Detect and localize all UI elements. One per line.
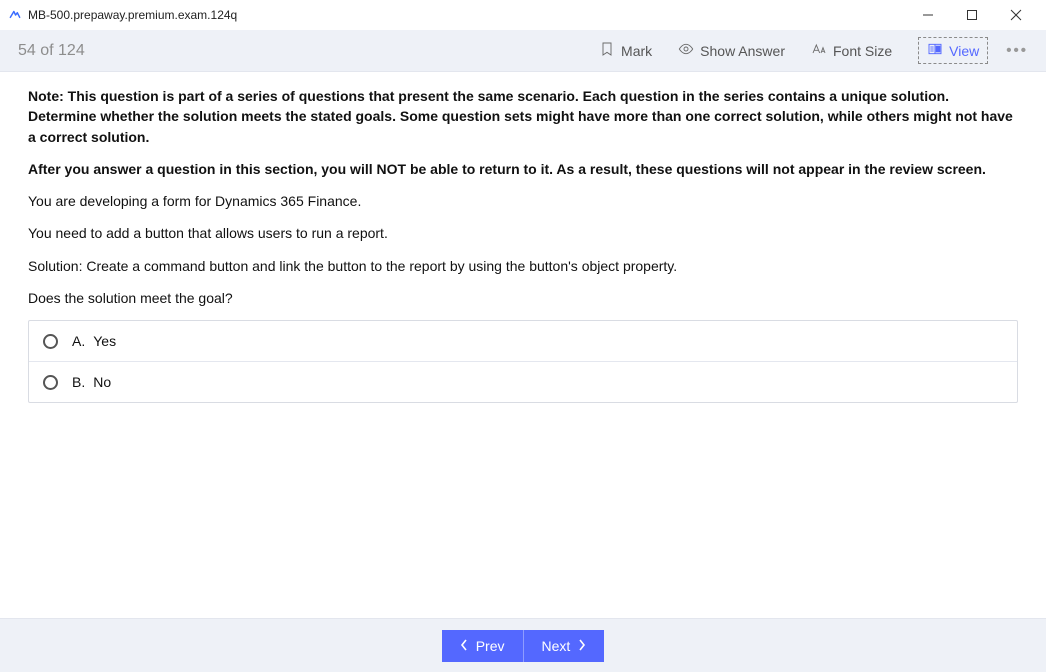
font-size-button[interactable]: Font Size — [811, 41, 892, 60]
option-letter: A. — [72, 333, 85, 349]
more-button[interactable]: ••• — [1006, 42, 1028, 59]
mark-label: Mark — [621, 43, 652, 59]
question-warning: After you answer a question in this sect… — [28, 159, 1018, 179]
show-answer-label: Show Answer — [700, 43, 785, 59]
prev-label: Prev — [476, 638, 505, 654]
option-letter: B. — [72, 374, 85, 390]
split-view-icon — [927, 41, 943, 60]
answer-options: A. Yes B. No — [28, 320, 1018, 403]
footer: Prev Next — [0, 618, 1046, 672]
question-content: Note: This question is part of a series … — [0, 72, 1046, 618]
question-progress: 54 of 124 — [18, 42, 85, 60]
option-text: No — [93, 374, 111, 390]
radio-icon — [43, 334, 58, 349]
option-text: Yes — [93, 333, 116, 349]
window-titlebar: MB-500.prepaway.premium.exam.124q — [0, 0, 1046, 30]
question-paragraph-3: Solution: Create a command button and li… — [28, 256, 1018, 276]
nav-buttons: Prev Next — [442, 630, 605, 662]
minimize-button[interactable] — [906, 1, 950, 29]
app-logo-icon — [8, 8, 22, 22]
question-paragraph-2: You need to add a button that allows use… — [28, 223, 1018, 243]
next-button[interactable]: Next — [524, 630, 605, 662]
window-title: MB-500.prepaway.premium.exam.124q — [28, 8, 237, 22]
question-paragraph-4: Does the solution meet the goal? — [28, 288, 1018, 308]
question-paragraph-1: You are developing a form for Dynamics 3… — [28, 191, 1018, 211]
font-size-icon — [811, 41, 827, 60]
question-note: Note: This question is part of a series … — [28, 86, 1018, 147]
maximize-button[interactable] — [950, 1, 994, 29]
chevron-left-icon — [460, 638, 468, 654]
eye-icon — [678, 41, 694, 60]
view-label: View — [949, 43, 979, 59]
window-controls — [906, 1, 1038, 29]
next-label: Next — [542, 638, 571, 654]
option-b[interactable]: B. No — [29, 362, 1017, 402]
option-a[interactable]: A. Yes — [29, 321, 1017, 362]
chevron-right-icon — [578, 638, 586, 654]
toolbar: 54 of 124 Mark Show Answer Font Size Vie… — [0, 30, 1046, 72]
view-button[interactable]: View — [918, 37, 988, 64]
close-button[interactable] — [994, 1, 1038, 29]
font-size-label: Font Size — [833, 43, 892, 59]
prev-button[interactable]: Prev — [442, 630, 524, 662]
show-answer-button[interactable]: Show Answer — [678, 41, 785, 60]
radio-icon — [43, 375, 58, 390]
bookmark-icon — [599, 41, 615, 60]
mark-button[interactable]: Mark — [599, 41, 652, 60]
